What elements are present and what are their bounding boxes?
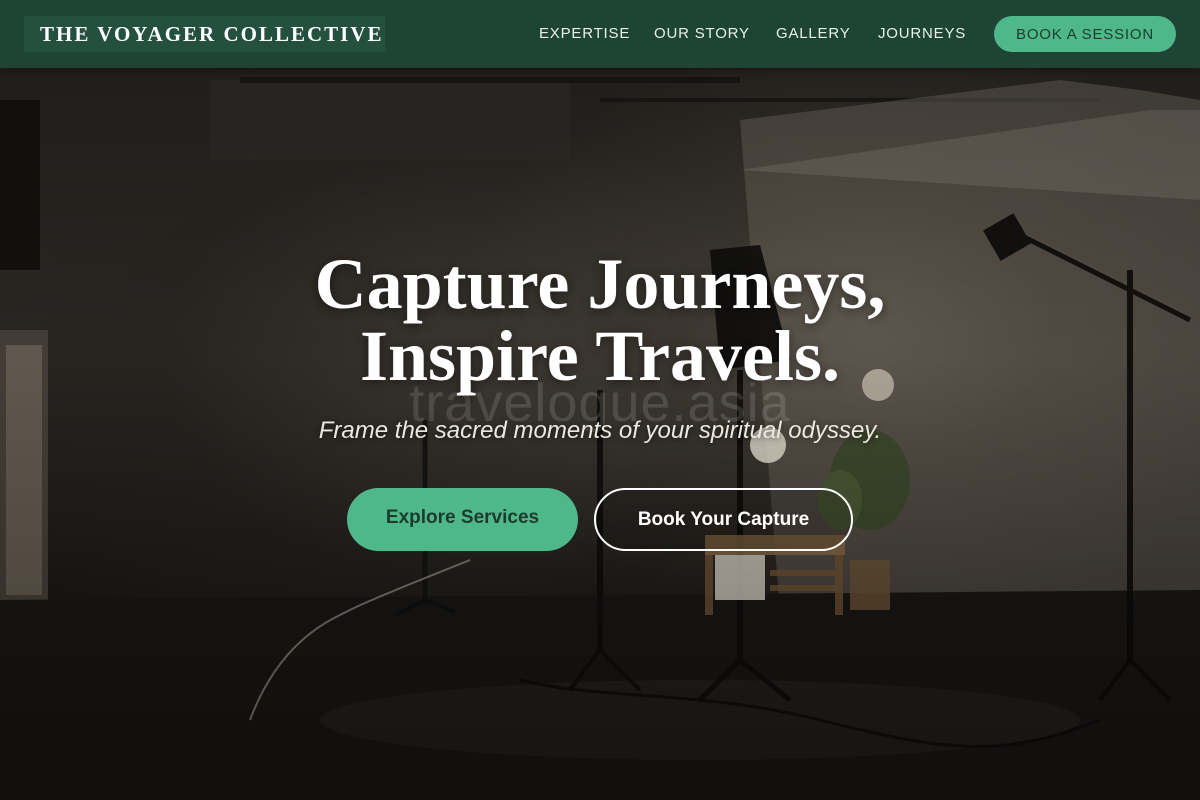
nav-link-journeys[interactable]: JOURNEYS [878, 24, 966, 44]
hero-subheadline: Frame the sacred moments of your spiritu… [318, 417, 882, 444]
hero-headline: Capture Journeys, Inspire Travels. [0, 248, 1200, 392]
nav-link-expertise[interactable]: EXPERTISE [539, 24, 630, 44]
nav-link-gallery[interactable]: GALLERY [776, 24, 851, 44]
book-session-button[interactable]: BOOK A SESSION [994, 16, 1176, 52]
hero-headline-line2: Inspire Travels. [359, 316, 841, 396]
top-navbar: THE VOYAGER COLLECTIVE EXPERTISE OUR STO… [0, 0, 1200, 68]
nav-link-our-story[interactable]: OUR STORY [654, 24, 750, 44]
brand-logo[interactable]: THE VOYAGER COLLECTIVE [24, 16, 385, 52]
explore-services-button[interactable]: Explore Services [347, 488, 578, 551]
hero-headline-line1: Capture Journeys, [314, 244, 886, 324]
book-your-capture-button[interactable]: Book Your Capture [594, 488, 853, 551]
